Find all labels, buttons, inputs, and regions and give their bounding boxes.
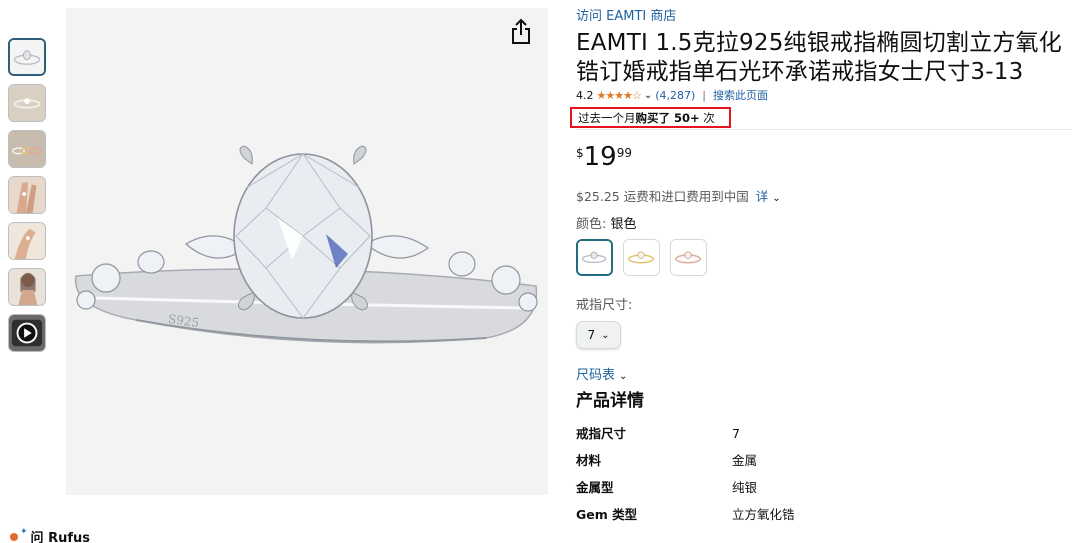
table-row: 材料 金属 [576,447,1076,474]
product-title: EAMTI 1.5克拉925纯银戒指椭圆切割立方氧化锆订婚戒指单石光环承诺戒指女… [576,30,1062,85]
spec-value: 金属 [732,453,758,468]
product-details-table: 戒指尺寸 7 材料 金属 金属型 纯银 Gem 类型 立方氧化锆 [576,420,1076,528]
ring-image: S925 [66,8,548,495]
thumbnail-hand-2[interactable] [8,222,46,260]
color-selector-label: 颜色: 银色 [576,213,1076,232]
thumbnail-ring-front[interactable] [8,38,46,76]
color-value: 银色 [610,217,637,232]
sparkle-icon: ✦ [20,526,28,537]
size-chart-link[interactable]: 尺码表 ⌄ [576,364,1076,383]
table-row: 戒指尺寸 7 [576,420,1076,447]
spec-key: 金属型 [576,480,614,495]
swatch-silver[interactable] [576,239,613,276]
store-link[interactable]: 访问 EAMTI 商店 [576,8,1076,26]
spec-key: Gem 类型 [576,507,638,522]
chevron-down-icon[interactable]: ⌄ [644,88,652,104]
thumbnail-ring-side[interactable] [8,84,46,122]
share-icon[interactable] [509,18,533,46]
thumbnail-model[interactable] [8,268,46,306]
product-details-heading: 产品详情 [576,391,644,411]
bought-count: 购买了 50+ [635,111,700,125]
bought-prefix: 过去一个月 [578,111,636,125]
price-symbol: $ [576,146,584,160]
thumbnail-strip [8,38,50,360]
price-whole: 19 [583,142,617,172]
separator: | [702,89,706,102]
rating-row: 4.2 ★★★★☆ ⌄ (4,287) | 搜索此页面 [576,88,1076,104]
bought-suffix: 次 [699,111,715,125]
table-row: Gem 类型 立方氧化锆 [576,501,1076,528]
spec-key: 材料 [576,453,602,468]
rating-value: 4.2 [576,89,594,102]
star-rating-icon[interactable]: ★★★★☆ [597,88,642,104]
review-count-link[interactable]: (4,287) [655,88,695,104]
spec-key: 戒指尺寸 [576,426,627,441]
swatch-rose-gold[interactable] [670,239,707,276]
color-label: 颜色: [576,217,607,232]
rufus-icon [10,532,18,541]
shipping-details-link[interactable]: 详 ⌄ [756,189,781,204]
rufus-assistant-button[interactable]: ✦ 问 Rufus [10,527,90,543]
spec-value: 立方氧化锆 [732,507,795,522]
price-fraction: 99 [616,146,633,160]
ring-size-dropdown[interactable]: 7 ⌄ [576,321,621,349]
main-product-image[interactable]: S925 [66,8,548,495]
thumbnail-video[interactable] [8,314,46,352]
chevron-down-icon: ⌄ [619,371,628,382]
thumbnail-hand-1[interactable] [8,176,46,214]
color-swatches [576,239,1076,277]
shipping-details-label: 详 [755,189,769,204]
shipping-info: $25.25 运费和进口费用到中国 详 ⌄ [576,186,1076,206]
table-row: 金属型 纯银 [576,474,1076,501]
size-chart-label: 尺码表 [576,368,616,383]
ring-size-value: 7 [587,328,596,342]
chevron-down-icon: ⌄ [772,193,781,204]
ring-size-label: 戒指尺寸: [576,298,633,313]
product-info-panel: 访问 EAMTI 商店 EAMTI 1.5克拉925纯银戒指椭圆切割立方氧化锆订… [570,8,1076,528]
rufus-label: 问 Rufus [30,531,90,543]
shipping-text: $25.25 运费和进口费用到中国 [576,189,749,204]
bought-past-month-badge: 过去一个月购买了 50+ 次 [570,107,731,128]
price: $ 19 99 [576,142,1076,176]
spec-value: 7 [732,426,740,441]
swatch-gold[interactable] [623,239,660,276]
chevron-down-icon: ⌄ [601,329,610,341]
spec-value: 纯银 [732,480,758,495]
thumbnail-ring-set[interactable] [8,130,46,168]
divider [576,129,1072,130]
search-this-page-link[interactable]: 搜索此页面 [713,88,768,104]
